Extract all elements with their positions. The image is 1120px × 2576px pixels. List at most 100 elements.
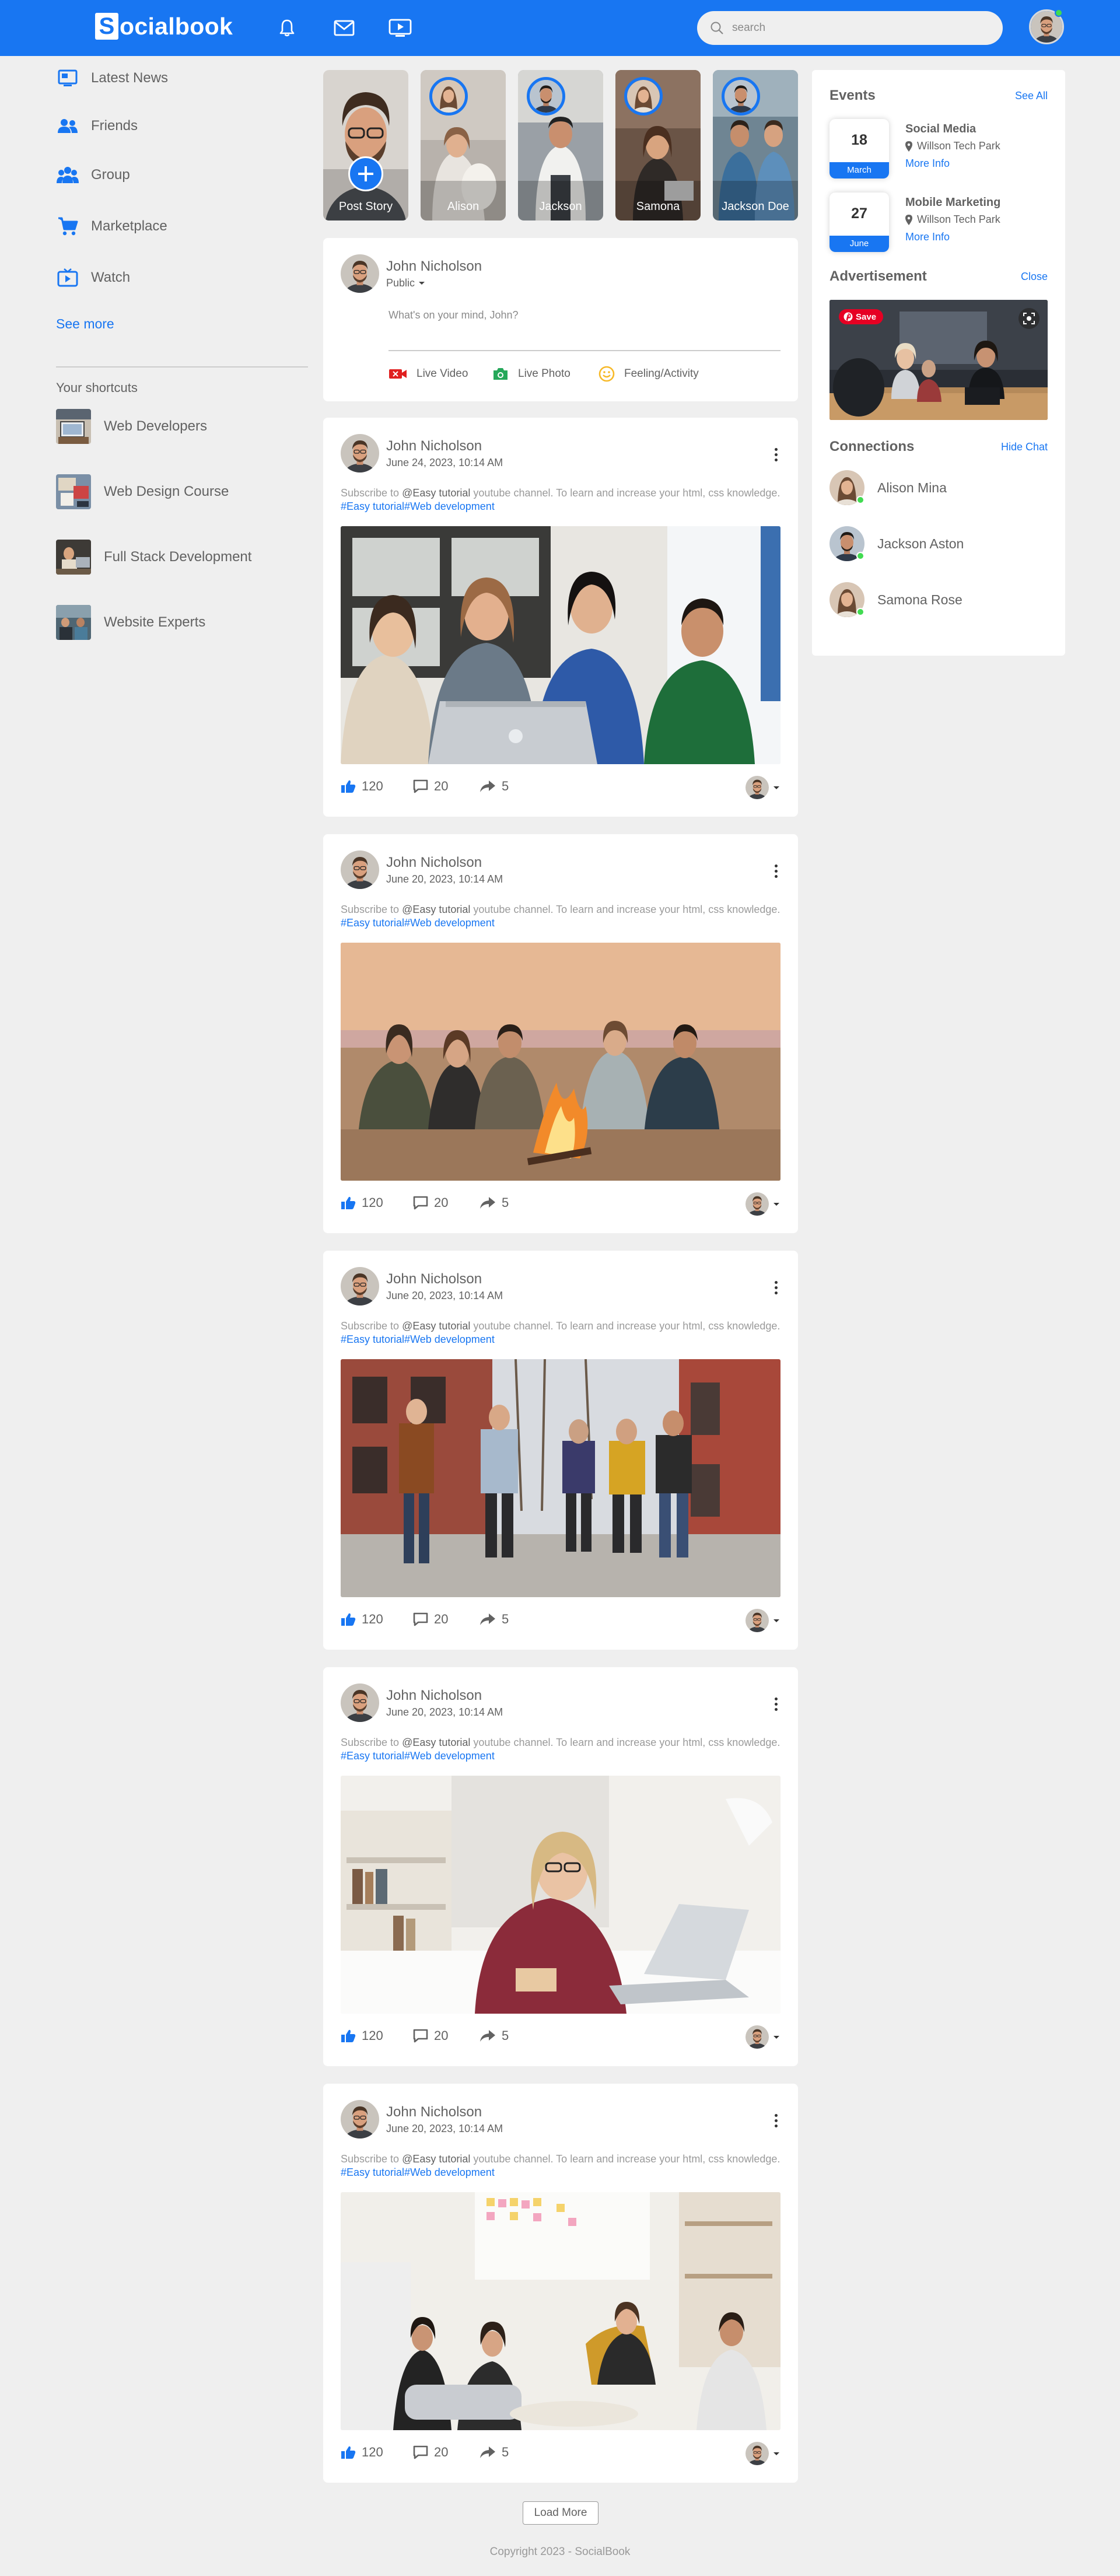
post-image[interactable] <box>341 1776 780 2014</box>
mention[interactable]: @Easy tutorial <box>402 1320 470 1332</box>
more-options-icon[interactable] <box>770 862 782 880</box>
search-input[interactable] <box>732 22 977 34</box>
author-name[interactable]: John Nicholson <box>386 258 482 275</box>
post-text: Subscribe to @Easy tutorial youtube chan… <box>341 1320 784 1346</box>
connection-samona-rose[interactable]: Samona Rose <box>830 581 963 618</box>
post-profile-menu[interactable] <box>746 1609 780 1632</box>
post-profile-menu[interactable] <box>746 2442 780 2465</box>
share-button[interactable]: 5 <box>480 2024 509 2048</box>
pinterest-save-button[interactable]: Save <box>839 309 884 324</box>
close-ad-link[interactable]: Close <box>1021 271 1048 283</box>
shortcut-thumbnail <box>56 409 91 444</box>
comment-button[interactable]: 20 <box>413 1608 448 1631</box>
hashtags[interactable]: #Easy tutorial#Web development <box>341 917 495 929</box>
share-button[interactable]: 5 <box>480 1608 509 1631</box>
post-image[interactable] <box>341 526 780 764</box>
more-options-icon[interactable] <box>770 446 782 463</box>
hashtags[interactable]: #Easy tutorial#Web development <box>341 1750 495 1762</box>
author-name[interactable]: John Nicholson <box>386 2104 503 2120</box>
post-image[interactable] <box>341 1359 780 1597</box>
shortcut-website-experts[interactable]: Website Experts <box>56 604 301 640</box>
mention[interactable]: @Easy tutorial <box>402 904 470 915</box>
like-button[interactable]: 120 <box>341 775 383 798</box>
author-avatar[interactable] <box>341 434 379 473</box>
post-image[interactable] <box>341 943 780 1181</box>
share-button[interactable]: 5 <box>480 775 509 798</box>
story-jackson-doe[interactable]: Jackson Doe <box>713 70 798 220</box>
hashtags[interactable]: #Easy tutorial#Web development <box>341 2166 495 2178</box>
mention[interactable]: @Easy tutorial <box>402 1737 470 1748</box>
sidebar-item-friends[interactable]: Friends <box>56 108 301 144</box>
visual-search-icon[interactable] <box>1019 308 1040 329</box>
share-button[interactable]: 5 <box>480 1191 509 1214</box>
shortcut-web-developers[interactable]: Web Developers <box>56 408 301 444</box>
envelope-icon[interactable] <box>330 14 358 42</box>
live-photo-button[interactable]: Live Photo <box>492 365 570 383</box>
mention[interactable]: @Easy tutorial <box>402 487 470 499</box>
privacy-label: Public <box>386 276 415 289</box>
live-video-button[interactable]: Live Video <box>388 365 468 383</box>
author-avatar[interactable] <box>341 1684 379 1722</box>
bell-icon[interactable] <box>273 14 301 42</box>
advertisement-image[interactable]: Save <box>830 300 1048 420</box>
post-profile-menu[interactable] <box>746 776 780 799</box>
share-count: 5 <box>502 2028 509 2043</box>
story-samona[interactable]: Samona <box>615 70 701 220</box>
post-image[interactable] <box>341 2192 780 2430</box>
author-avatar[interactable] <box>341 254 379 293</box>
author-name[interactable]: John Nicholson <box>386 1688 503 1704</box>
comment-count: 20 <box>434 2028 449 2043</box>
shortcut-thumbnail <box>56 605 91 640</box>
author-avatar[interactable] <box>341 2100 379 2138</box>
comment-button[interactable]: 20 <box>413 2441 448 2464</box>
comment-button[interactable]: 20 <box>413 1191 448 1214</box>
like-button[interactable]: 120 <box>341 1191 383 1214</box>
shortcut-full-stack-development[interactable]: Full Stack Development <box>56 539 301 575</box>
author-name[interactable]: John Nicholson <box>386 855 503 871</box>
privacy-selector[interactable]: Public <box>386 277 482 289</box>
event-more-info-link[interactable]: More Info <box>905 158 950 170</box>
author-avatar[interactable] <box>341 1267 379 1306</box>
event-more-info-link[interactable]: More Info <box>905 231 950 243</box>
event-day: 27 <box>851 205 867 222</box>
connection-alison-mina[interactable]: Alison Mina <box>830 469 947 506</box>
post-profile-menu[interactable] <box>746 1192 780 1216</box>
comment-button[interactable]: 20 <box>413 775 448 798</box>
story-post-story[interactable]: Post Story <box>323 70 408 220</box>
post-text-input[interactable] <box>388 309 780 351</box>
see-more-link[interactable]: See more <box>56 316 114 332</box>
add-story-plus-icon[interactable] <box>348 156 383 191</box>
sidebar-item-group[interactable]: Group <box>56 158 301 192</box>
load-more-button[interactable]: Load More <box>523 2501 598 2525</box>
sidebar-item-marketplace[interactable]: Marketplace <box>56 209 301 244</box>
socialbook-logo[interactable]: S ocialbook <box>95 12 233 41</box>
post-author: John Nicholson June 20, 2023, 10:14 AM <box>341 1684 503 1722</box>
see-all-events-link[interactable]: See All <box>1015 90 1048 102</box>
hide-chat-link[interactable]: Hide Chat <box>1001 441 1048 453</box>
like-button[interactable]: 120 <box>341 1608 383 1631</box>
share-button[interactable]: 5 <box>480 2441 509 2464</box>
author-name[interactable]: John Nicholson <box>386 1271 503 1287</box>
comment-button[interactable]: 20 <box>413 2024 448 2048</box>
post-text-intro: Subscribe to <box>341 1737 402 1748</box>
hashtags[interactable]: #Easy tutorial#Web development <box>341 1334 495 1345</box>
video-play-icon[interactable] <box>386 14 414 42</box>
feeling-activity-button[interactable]: Feeling/Activity <box>598 365 699 383</box>
like-button[interactable]: 120 <box>341 2441 383 2464</box>
more-options-icon[interactable] <box>770 2112 782 2129</box>
event-month: June <box>830 236 889 252</box>
sidebar-item-watch[interactable]: Watch <box>56 260 301 295</box>
post-profile-menu[interactable] <box>746 2025 780 2049</box>
more-options-icon[interactable] <box>770 1279 782 1296</box>
shortcut-web-design-course[interactable]: Web Design Course <box>56 474 301 510</box>
story-jackson[interactable]: Jackson <box>518 70 603 220</box>
story-alison[interactable]: Alison <box>421 70 506 220</box>
author-name[interactable]: John Nicholson <box>386 438 503 454</box>
author-avatar[interactable] <box>341 850 379 889</box>
more-options-icon[interactable] <box>770 1695 782 1713</box>
mention[interactable]: @Easy tutorial <box>402 2153 470 2165</box>
hashtags[interactable]: #Easy tutorial#Web development <box>341 501 495 512</box>
sidebar-item-latest-news[interactable]: Latest News <box>56 61 301 96</box>
like-button[interactable]: 120 <box>341 2024 383 2048</box>
connection-jackson-aston[interactable]: Jackson Aston <box>830 525 964 562</box>
